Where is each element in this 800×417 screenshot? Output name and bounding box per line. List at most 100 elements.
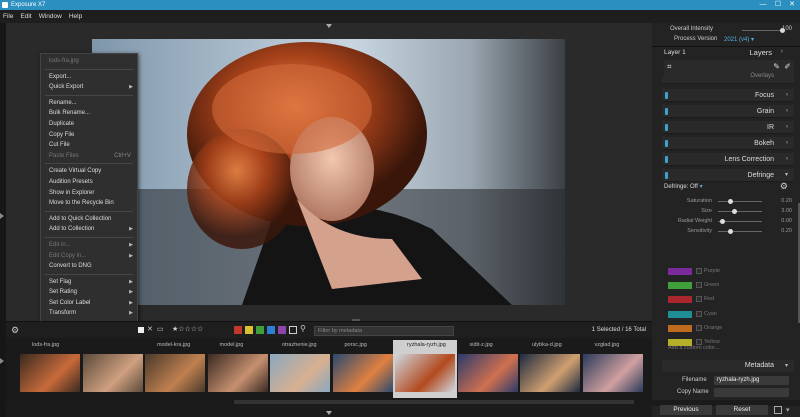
reset-button[interactable]: Reset: [716, 405, 768, 415]
collapse-top-icon[interactable]: [326, 24, 332, 28]
color-swatch[interactable]: [668, 282, 692, 290]
filter-search-icon[interactable]: ⚲: [300, 324, 306, 333]
process-version-dropdown[interactable]: 2021 (v4) ▾: [724, 36, 754, 43]
slider-track[interactable]: [718, 231, 762, 232]
menu-help[interactable]: Help: [69, 10, 82, 23]
menu-file[interactable]: File: [3, 10, 13, 23]
panel-toggle[interactable]: [665, 140, 668, 147]
panel-grain[interactable]: Grain ‹: [662, 105, 794, 118]
context-menu-item[interactable]: Transform ▶: [41, 308, 137, 319]
slider-size[interactable]: Size 3.00: [662, 207, 792, 216]
slider-track[interactable]: [718, 201, 762, 202]
thumbnail-cell[interactable]: vzglad.jpg: [581, 340, 645, 398]
context-menu-item[interactable]: Bulk Rename...: [41, 108, 137, 119]
swatch-checkbox[interactable]: [696, 296, 702, 303]
color-swatch[interactable]: [668, 324, 692, 332]
thumbnail-cell[interactable]: model.jpg: [206, 340, 270, 398]
context-menu-item[interactable]: Convert to DNG: [41, 261, 137, 272]
panel-focus[interactable]: Focus ‹: [662, 89, 794, 102]
overall-intensity-slider[interactable]: [742, 28, 785, 33]
color-label-filter[interactable]: [256, 326, 264, 334]
color-label-filter[interactable]: [234, 326, 242, 334]
defringe-state-dropdown[interactable]: Defringe: Off ▾: [664, 183, 703, 190]
context-menu-item[interactable]: Export...: [41, 72, 137, 83]
add-custom-color-link[interactable]: Add a custom color...: [668, 345, 719, 351]
filename-field[interactable]: ryzhala-ryzh.jpg: [714, 376, 789, 385]
context-menu-item[interactable]: Rename...: [41, 98, 137, 109]
context-menu-item[interactable]: Duplicate: [41, 119, 137, 130]
panel-ir[interactable]: IR ‹: [662, 121, 794, 134]
panel-toggle[interactable]: [665, 156, 668, 163]
panel-bokeh[interactable]: Bokeh ‹: [662, 137, 794, 150]
thumbnail-image[interactable]: [270, 354, 330, 392]
slider-sensitivity[interactable]: Sensitivity 0.20: [662, 227, 792, 236]
collapse-bottom-icon[interactable]: [326, 411, 332, 415]
menu-edit[interactable]: Edit: [20, 10, 31, 23]
thumbnail-image[interactable]: [457, 354, 518, 392]
thumbnail-cell[interactable]: ulybka-d.jpg: [518, 340, 582, 398]
thumbnail-image[interactable]: [207, 354, 268, 392]
settings-gear-icon[interactable]: ⚙: [11, 325, 19, 336]
slider-knob[interactable]: [728, 229, 733, 234]
thumbnail-cell[interactable]: model-kra.jpg: [143, 340, 207, 398]
copy-name-field[interactable]: [714, 388, 789, 397]
thumbnail-cell[interactable]: [81, 340, 145, 398]
panel-toggle[interactable]: [665, 108, 668, 115]
panel-lens-correction[interactable]: Lens Correction ‹: [662, 153, 794, 166]
no-label-filter[interactable]: [289, 326, 297, 334]
thumbnail-image[interactable]: [395, 354, 455, 392]
context-menu-item[interactable]: Copy File: [41, 130, 137, 141]
compare-view-icon[interactable]: [774, 406, 782, 414]
thumbnail-cell[interactable]: porsc.jpg: [331, 340, 395, 398]
panel-overlays[interactable]: Overlays: [662, 73, 794, 84]
thumbnail-cell[interactable]: lods-fra.jpg: [18, 340, 82, 398]
crop-icon[interactable]: ⌗: [667, 62, 672, 72]
layers-menu-icon[interactable]: ›: [781, 48, 783, 55]
select-checkbox-icon[interactable]: [138, 327, 144, 333]
context-menu-item[interactable]: Cut File: [41, 140, 137, 151]
reject-flag-icon[interactable]: ✕: [147, 325, 153, 333]
thumbnail-image[interactable]: [20, 354, 80, 392]
context-menu-item[interactable]: Quick Export ▶: [41, 82, 137, 93]
close-button[interactable]: ✕: [785, 0, 799, 10]
rating-stars[interactable]: ★☆☆☆☆: [172, 325, 203, 333]
swatch-checkbox[interactable]: [696, 282, 702, 289]
paint-icon[interactable]: ✐: [784, 62, 791, 71]
slider-radial-weight[interactable]: Radial Weight 0.00: [662, 217, 792, 226]
maximize-button[interactable]: ☐: [771, 0, 785, 10]
slider-knob[interactable]: [732, 209, 737, 214]
swatch-checkbox[interactable]: [696, 324, 702, 331]
filmstrip-scrollbar[interactable]: [234, 400, 634, 404]
context-menu-item[interactable]: Show in Explorer: [41, 188, 137, 199]
thumbnail-image[interactable]: [582, 354, 643, 392]
context-menu-item[interactable]: Set Flag ▶: [41, 277, 137, 288]
menu-window[interactable]: Window: [39, 10, 62, 23]
color-swatch[interactable]: [668, 310, 692, 318]
thumbnail-image[interactable]: [82, 354, 143, 392]
expand-left-icon[interactable]: [0, 213, 4, 219]
previous-button[interactable]: Previous: [660, 405, 712, 415]
thumbnail-cell[interactable]: otrazhenie.jpg: [268, 340, 332, 398]
panel-toggle[interactable]: [665, 124, 668, 131]
thumbnail-image[interactable]: [520, 354, 580, 392]
panel-toggle[interactable]: [665, 92, 668, 99]
color-label-filter[interactable]: [278, 326, 286, 334]
panel-defringe[interactable]: Defringe ▾: [662, 169, 794, 182]
expand-left-bottom-icon[interactable]: [0, 358, 4, 364]
swatch-checkbox[interactable]: [696, 310, 702, 317]
panel-menu-icon[interactable]: ▾: [786, 406, 790, 414]
metadata-header[interactable]: Metadata ▾: [662, 360, 794, 372]
panel-toggle[interactable]: [665, 172, 668, 179]
thumbnail-cell[interactable]: ryzhala-ryzh.jpg: [393, 340, 457, 398]
context-menu-item[interactable]: Add to Quick Collection: [41, 214, 137, 225]
gear-icon[interactable]: ⚙: [780, 181, 788, 192]
color-label-filter[interactable]: [267, 326, 275, 334]
slider-track[interactable]: [718, 211, 762, 212]
slider-knob[interactable]: [728, 199, 733, 204]
color-swatch[interactable]: [668, 268, 692, 275]
swatch-checkbox[interactable]: [696, 268, 702, 274]
thumbnail-cell[interactable]: sidit-z.jpg: [456, 340, 520, 398]
context-menu-item[interactable]: Add to Collection ▶: [41, 224, 137, 235]
context-menu-item[interactable]: Set Color Label ▶: [41, 298, 137, 309]
context-menu-item[interactable]: Audition Presets: [41, 177, 137, 188]
